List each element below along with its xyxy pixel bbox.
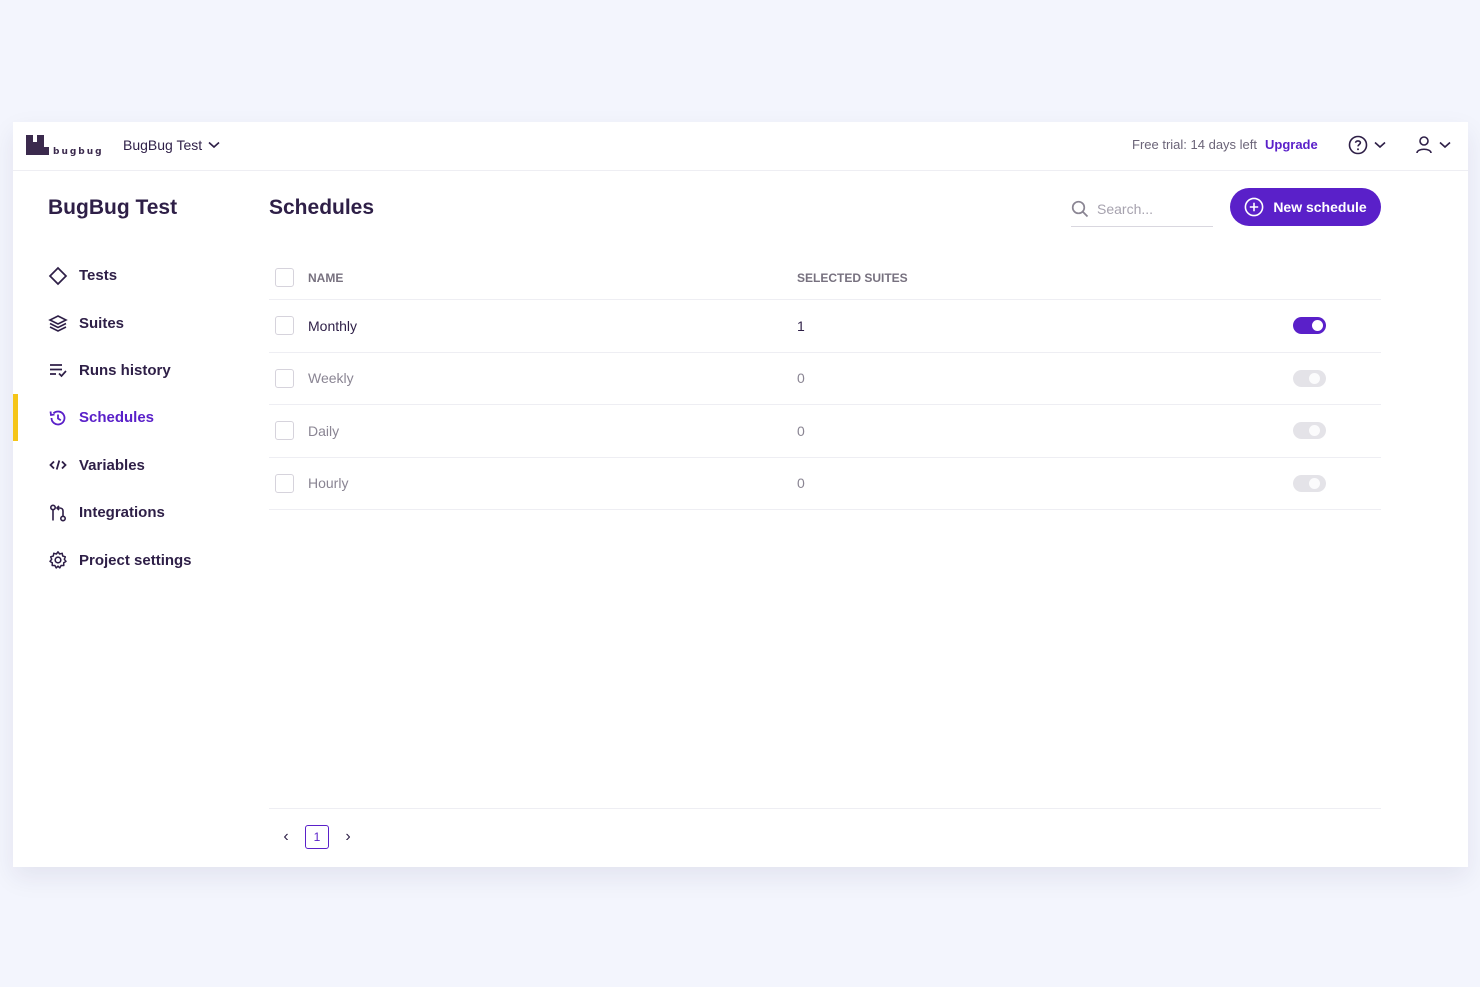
table-row[interactable]: Hourly 0 [269, 458, 1381, 510]
schedule-name: Hourly [308, 475, 349, 492]
logo-mark-icon [26, 135, 49, 155]
sidebar-item-variables[interactable]: Variables [13, 442, 233, 489]
git-pull-icon [48, 503, 68, 523]
search-icon [1071, 200, 1089, 218]
schedule-enabled-toggle[interactable] [1293, 422, 1326, 440]
sidebar-item-label: Suites [79, 314, 125, 332]
selected-suites-count: 0 [797, 370, 805, 387]
sidebar-item-integrations[interactable]: Integrations [13, 489, 233, 536]
help-menu[interactable] [1348, 135, 1386, 155]
logo-wordmark: bugbug [53, 147, 104, 157]
user-icon [1416, 136, 1432, 154]
schedule-name: Daily [308, 422, 340, 439]
search-input[interactable] [1097, 201, 1207, 217]
user-menu[interactable] [1415, 135, 1451, 155]
table-row[interactable]: Daily 0 [269, 405, 1381, 458]
upgrade-link[interactable]: Upgrade [1265, 137, 1318, 152]
layers-icon [48, 313, 68, 333]
search-box [1071, 192, 1213, 227]
sidebar-item-project-settings[interactable]: Project settings [13, 536, 233, 583]
diamond-icon [48, 266, 68, 286]
app-window: bugbug BugBug Test Free trial: 14 days l… [13, 122, 1468, 867]
schedule-enabled-toggle[interactable] [1293, 474, 1326, 492]
list-check-icon [48, 360, 68, 380]
row-checkbox[interactable] [275, 473, 294, 493]
row-checkbox[interactable] [275, 421, 294, 441]
chevron-down-icon [1374, 141, 1386, 149]
help-circle-icon [1348, 135, 1368, 155]
project-switcher[interactable]: BugBug Test [123, 137, 220, 153]
page-title: Schedules [269, 196, 375, 219]
table-row[interactable]: Monthly 1 [269, 300, 1381, 353]
new-schedule-label: New schedule [1273, 199, 1367, 215]
new-schedule-button[interactable]: New schedule [1230, 188, 1381, 226]
sidebar-item-label: Variables [79, 456, 145, 474]
sidebar-item-suites[interactable]: Suites [13, 299, 233, 346]
top-bar: bugbug BugBug Test Free trial: 14 days l… [13, 122, 1468, 171]
pagination: ‹ 1 › [281, 825, 353, 849]
toggle-knob [1309, 477, 1320, 489]
row-checkbox[interactable] [275, 368, 294, 388]
toggle-knob [1309, 425, 1320, 437]
gear-icon [48, 550, 68, 570]
schedule-enabled-toggle[interactable] [1293, 369, 1326, 387]
sidebar-item-runs-history[interactable]: Runs history [13, 347, 233, 394]
table-header: NAME SELECTED SUITES [269, 256, 1381, 300]
sidebar-item-label: Project settings [79, 551, 192, 569]
schedule-enabled-toggle[interactable] [1293, 317, 1326, 335]
column-header-selected-suites: SELECTED SUITES [797, 270, 908, 285]
schedule-name: Weekly [308, 370, 354, 387]
row-checkbox[interactable] [275, 316, 294, 336]
sidebar-item-tests[interactable]: Tests [13, 252, 233, 299]
chevron-down-icon [1439, 141, 1451, 149]
sidebar-item-label: Runs history [79, 361, 171, 379]
project-switcher-label: BugBug Test [123, 137, 203, 153]
clock-history-icon [48, 408, 68, 428]
sidebar-item-label: Schedules [79, 409, 155, 427]
sidebar-project-title: BugBug Test [48, 196, 178, 219]
code-icon [48, 455, 68, 475]
trial-status: Free trial: 14 days left [1132, 137, 1257, 152]
toggle-knob [1309, 372, 1320, 384]
selected-suites-count: 0 [797, 475, 805, 492]
sidebar-nav: Tests Suites Runs history Schedules Vari… [13, 252, 233, 584]
plus-circle-icon [1244, 197, 1264, 217]
chevron-down-icon [208, 141, 220, 149]
sidebar-item-schedules[interactable]: Schedules [13, 394, 233, 442]
bugbug-logo[interactable]: bugbug [25, 134, 105, 158]
selected-suites-count: 0 [797, 422, 805, 439]
sidebar-item-label: Integrations [79, 504, 165, 522]
schedule-name: Monthly [308, 317, 358, 334]
pagination-divider [269, 808, 1381, 809]
page-number-current[interactable]: 1 [305, 825, 329, 849]
table-row[interactable]: Weekly 0 [269, 353, 1381, 405]
next-page-icon[interactable]: › [343, 828, 353, 846]
column-header-name: NAME [308, 270, 344, 285]
toggle-knob [1312, 320, 1323, 332]
selected-suites-count: 1 [797, 317, 805, 334]
schedules-table: NAME SELECTED SUITES Monthly 1 Weekly 0 … [269, 256, 1381, 510]
sidebar-item-label: Tests [79, 267, 118, 285]
select-all-checkbox[interactable] [275, 268, 294, 287]
prev-page-icon[interactable]: ‹ [281, 828, 291, 846]
